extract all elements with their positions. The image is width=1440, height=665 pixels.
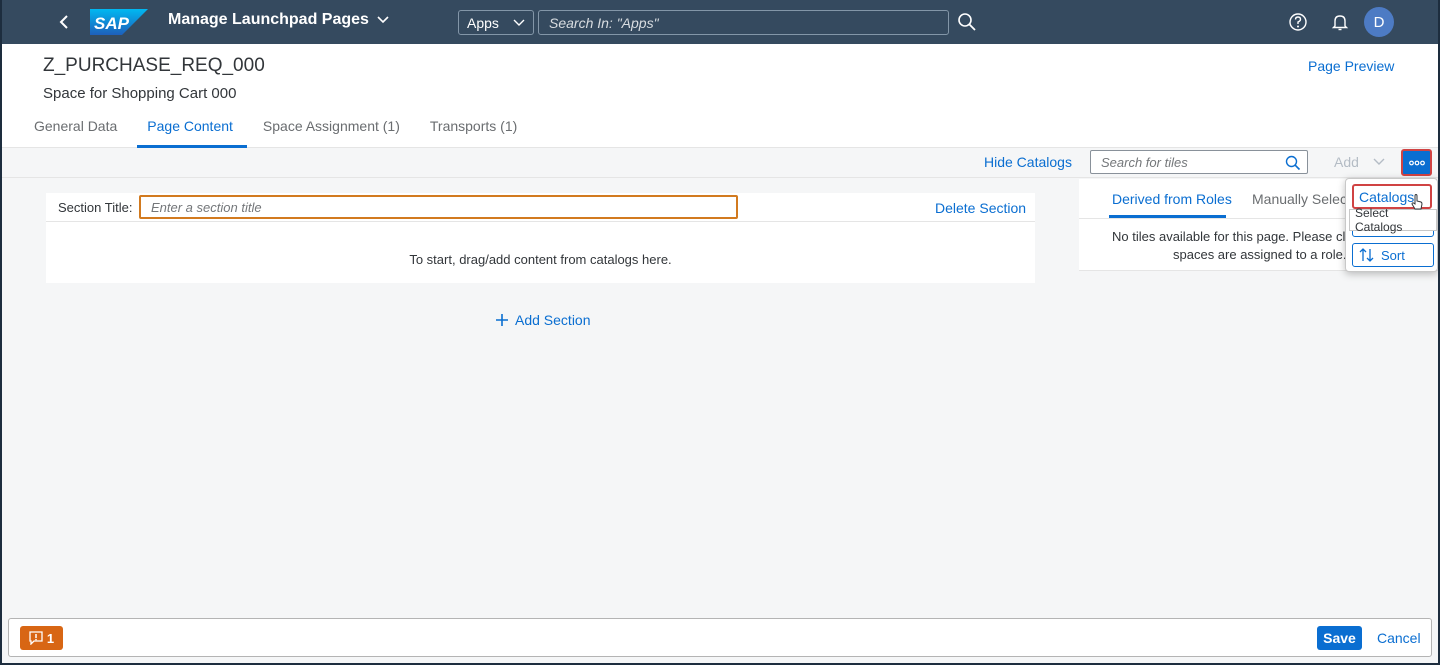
tab-space-assignment[interactable]: Space Assignment (1)	[249, 110, 414, 148]
section-title-placeholder: Enter a section title	[151, 199, 262, 215]
overflow-menu-button[interactable]	[1401, 149, 1432, 176]
add-section-label: Add Section	[515, 312, 591, 328]
page-header: Z_PURCHASE_REQ_000 Space for Shopping Ca…	[0, 44, 1440, 148]
content-toolbar: Hide Catalogs Search for tiles Add	[0, 148, 1440, 178]
plus-icon	[496, 314, 508, 326]
help-icon[interactable]	[1288, 12, 1308, 32]
notification-bell-icon[interactable]	[1330, 12, 1350, 32]
section-empty-message: To start, drag/add content from catalogs…	[409, 252, 672, 267]
save-button[interactable]: Save	[1317, 626, 1362, 650]
footer-bar: 1 Save Cancel	[8, 618, 1432, 657]
avatar[interactable]: D	[1364, 7, 1394, 37]
sap-logo: SAP	[90, 9, 148, 35]
app-title-menu[interactable]: Manage Launchpad Pages	[168, 11, 389, 29]
hand-cursor-icon	[1411, 194, 1423, 210]
section-header: Section Title: Enter a section title Del…	[46, 193, 1035, 222]
search-placeholder: Search In: "Apps"	[549, 14, 659, 31]
chevron-down-icon	[513, 19, 525, 26]
shell-bar: SAP Manage Launchpad Pages Apps Search I…	[0, 0, 1440, 44]
tile-search-placeholder: Search for tiles	[1101, 154, 1188, 170]
search-input[interactable]: Search In: "Apps"	[538, 10, 949, 35]
svg-text:SAP: SAP	[94, 14, 130, 33]
catalog-empty-line2: spaces are assigned to a role.	[1173, 247, 1347, 262]
message-warning-icon	[29, 631, 43, 645]
search-scope-value: Apps	[467, 14, 499, 31]
tab-manually-select[interactable]: Manually Select	[1252, 191, 1351, 207]
back-button[interactable]	[50, 8, 78, 36]
chevron-down-icon	[1373, 158, 1385, 165]
tab-transports[interactable]: Transports (1)	[416, 110, 531, 148]
tab-general-data[interactable]: General Data	[20, 110, 131, 148]
more-icon	[1408, 160, 1425, 165]
tab-derived-from-roles[interactable]: Derived from Roles	[1112, 191, 1232, 207]
catalog-empty-line1: No tiles available for this page. Please…	[1112, 229, 1346, 244]
message-popover-button[interactable]: 1	[20, 626, 63, 650]
hide-catalogs-button[interactable]: Hide Catalogs	[984, 154, 1072, 170]
page-subtitle: Space for Shopping Cart 000	[43, 85, 237, 102]
sort-label: Sort	[1381, 247, 1405, 263]
page-preview-link[interactable]: Page Preview	[1308, 58, 1394, 74]
avatar-initial: D	[1373, 13, 1385, 31]
add-button-label: Add	[1334, 154, 1359, 170]
tooltip-select-catalogs: Select Catalogs	[1349, 206, 1437, 234]
page-section: Section Title: Enter a section title Del…	[46, 193, 1035, 283]
tab-page-content[interactable]: Page Content	[133, 110, 247, 148]
search-icon[interactable]	[1285, 155, 1301, 171]
add-section-button[interactable]: Add Section	[495, 312, 591, 328]
sort-menu-button[interactable]: Sort	[1352, 243, 1434, 267]
tile-search-input[interactable]: Search for tiles	[1090, 150, 1308, 174]
delete-section-button[interactable]: Delete Section	[935, 200, 1026, 216]
chevron-left-icon	[59, 15, 68, 29]
app-title: Manage Launchpad Pages	[168, 11, 369, 28]
search-icon[interactable]	[956, 11, 978, 33]
section-title-input[interactable]: Enter a section title	[139, 195, 738, 219]
message-count: 1	[46, 630, 55, 646]
search-scope-select[interactable]: Apps	[458, 10, 534, 35]
sort-icon	[1359, 248, 1374, 262]
chevron-down-icon	[377, 16, 389, 24]
tab-bar: General Data Page Content Space Assignme…	[20, 110, 533, 148]
add-button: Add	[1334, 154, 1385, 170]
section-title-label: Section Title:	[58, 200, 133, 215]
page-title: Z_PURCHASE_REQ_000	[43, 55, 265, 76]
cancel-button[interactable]: Cancel	[1377, 630, 1421, 646]
